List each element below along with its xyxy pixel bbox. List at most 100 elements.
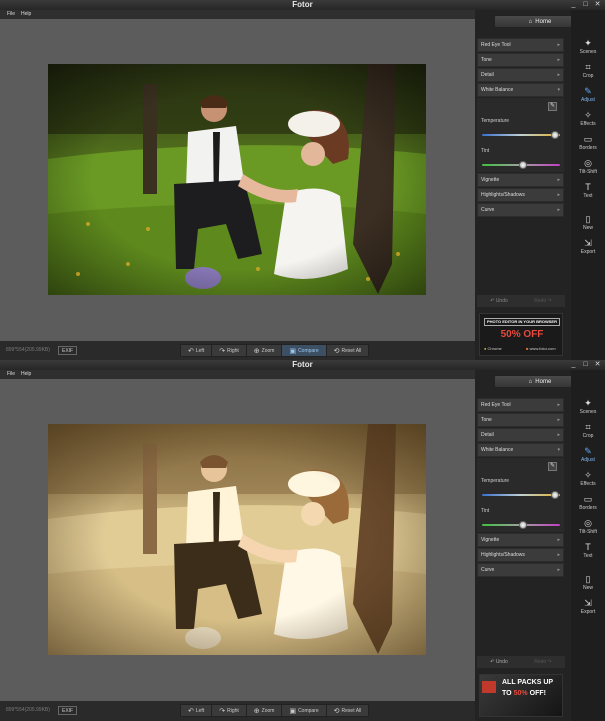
tool-adjust[interactable]: ✎ Adjust xyxy=(571,86,605,109)
tool-tilt-shift[interactable]: ◎ Tilt-Shift xyxy=(571,518,605,541)
rotate-left-button[interactable]: ↶ Left xyxy=(181,345,213,356)
tint-label: Tint xyxy=(481,508,490,514)
adj-highlights-shadows[interactable]: Highlights/Shadows ▸ xyxy=(477,188,564,202)
close-button[interactable]: ✕ xyxy=(593,1,602,9)
tool-borders[interactable]: ▭ Borders xyxy=(571,134,605,157)
adj-vignette[interactable]: Vignette ▸ xyxy=(477,173,564,187)
tool-crop[interactable]: ⌗ Crop xyxy=(571,422,605,445)
adj-vignette[interactable]: Vignette ▸ xyxy=(477,533,564,547)
tool-export[interactable]: ⇲ Export xyxy=(571,598,605,621)
adj-label: Detail xyxy=(481,72,494,78)
minimize-button[interactable]: _ xyxy=(569,1,578,9)
undo-button[interactable]: ↶ Undo xyxy=(477,656,521,668)
redo-button[interactable]: Redo ↷ xyxy=(521,656,565,668)
tool-effects[interactable]: ✧ Effects xyxy=(571,470,605,493)
menu-bar: File Help xyxy=(0,370,475,379)
adj-label: Vignette xyxy=(481,537,500,543)
adj-curve[interactable]: Curve ▸ xyxy=(477,203,564,217)
temperature-slider[interactable] xyxy=(482,131,560,139)
rotate-right-label: Right xyxy=(227,707,239,714)
adj-highlights-shadows[interactable]: Highlights/Shadows ▸ xyxy=(477,548,564,562)
expand-icon: ▸ xyxy=(557,552,560,558)
reset-all-button[interactable]: ⟲ Reset All xyxy=(327,705,369,716)
adj-curve[interactable]: Curve ▸ xyxy=(477,563,564,577)
zoom-button[interactable]: ⊕ Zoom xyxy=(247,705,283,716)
ad-offer: 50% xyxy=(513,690,528,697)
tool-label: Effects xyxy=(580,121,596,127)
close-button[interactable]: ✕ xyxy=(593,361,602,369)
zoom-icon: ⊕ xyxy=(253,707,260,715)
adj-white-balance[interactable]: White Balance ▾ xyxy=(477,83,564,97)
rotate-right-button[interactable]: ↷ Right xyxy=(212,705,247,716)
rotate-left-button[interactable]: ↶ Left xyxy=(181,705,213,716)
compare-button[interactable]: ▣ Compare xyxy=(282,345,327,356)
exif-button[interactable]: EXIF xyxy=(58,706,78,715)
maximize-button[interactable]: □ xyxy=(581,361,590,369)
tool-effects[interactable]: ✧ Effects xyxy=(571,110,605,133)
rotate-left-label: Left xyxy=(195,707,205,714)
adj-tone[interactable]: Tone ▸ xyxy=(477,53,564,67)
adj-tone[interactable]: Tone ▸ xyxy=(477,413,564,427)
adj-white-balance[interactable]: White Balance ▾ xyxy=(477,443,564,457)
rotate-right-icon: ↷ xyxy=(219,347,226,355)
adjust-icon: ✎ xyxy=(584,446,592,456)
tint-slider[interactable] xyxy=(482,161,560,169)
ad-site: ■ www.fotor.com xyxy=(526,346,556,351)
adj-label: Curve xyxy=(481,567,495,573)
menu-bar: File Help xyxy=(0,10,475,19)
eyedropper-icon[interactable]: ✎ xyxy=(548,462,557,471)
temperature-slider[interactable] xyxy=(482,491,560,499)
menu-help[interactable]: Help xyxy=(21,10,31,19)
tool-label: Tilt-Shift xyxy=(578,169,598,175)
rotate-right-button[interactable]: ↷ Right xyxy=(212,345,247,356)
adj-label: White Balance xyxy=(481,87,514,93)
adj-detail[interactable]: Detail ▸ xyxy=(477,68,564,82)
tint-knob[interactable] xyxy=(519,161,528,169)
tint-slider[interactable] xyxy=(482,521,560,529)
tool-crop[interactable]: ⌗ Crop xyxy=(571,62,605,85)
tool-label: Borders xyxy=(579,145,597,151)
redo-button[interactable]: Redo ↷ xyxy=(521,295,565,307)
eyedropper-icon[interactable]: ✎ xyxy=(548,102,557,111)
temperature-knob[interactable] xyxy=(550,491,559,499)
menu-file[interactable]: File xyxy=(7,10,15,19)
fotor-window-edited: Fotor _ □ ✕ File Help 899*554(205.99KB) … xyxy=(0,360,605,721)
tool-adjust[interactable]: ✎ Adjust xyxy=(571,446,605,469)
tool-text[interactable]: T Text xyxy=(571,182,605,205)
tool-label: Crop xyxy=(582,73,594,79)
tool-new[interactable]: ▯ New xyxy=(571,214,605,237)
photo-image-warm xyxy=(48,424,426,655)
zoom-button[interactable]: ⊕ Zoom xyxy=(247,345,283,356)
adj-detail[interactable]: Detail ▸ xyxy=(477,428,564,442)
adj-red-eye[interactable]: Red Eye Tool ▸ xyxy=(477,398,564,412)
temperature-knob[interactable] xyxy=(550,131,559,139)
compare-label: Compare xyxy=(298,347,319,354)
menu-file[interactable]: File xyxy=(7,370,15,379)
ad-banner[interactable]: ALL PACKS UP TO 50% OFF! xyxy=(479,674,563,717)
image-info: 899*554(205.99KB) xyxy=(6,347,50,353)
tool-borders[interactable]: ▭ Borders xyxy=(571,494,605,517)
tool-tilt-shift[interactable]: ◎ Tilt-Shift xyxy=(571,158,605,181)
ad-banner[interactable]: PHOTO EDITOR IN YOUR BROWSER 50% OFF ● C… xyxy=(479,313,563,356)
minimize-button[interactable]: _ xyxy=(569,361,578,369)
reset-all-button[interactable]: ⟲ Reset All xyxy=(327,345,369,356)
adj-red-eye[interactable]: Red Eye Tool ▸ xyxy=(477,38,564,52)
tool-export[interactable]: ⇲ Export xyxy=(571,238,605,261)
tool-new[interactable]: ▯ New xyxy=(571,574,605,597)
borders-icon: ▭ xyxy=(583,494,593,504)
menu-help[interactable]: Help xyxy=(21,370,31,379)
tool-scenes[interactable]: ✦ Scenes xyxy=(571,38,605,61)
tint-knob[interactable] xyxy=(519,521,528,529)
tool-text[interactable]: T Text xyxy=(571,542,605,565)
tool-scenes[interactable]: ✦ Scenes xyxy=(571,398,605,421)
compare-button[interactable]: ▣ Compare xyxy=(282,705,327,716)
tool-label: Effects xyxy=(580,481,596,487)
white-balance-panel: ✎ Temperature Tint xyxy=(477,458,564,532)
collapse-icon: ▾ xyxy=(557,447,560,453)
undo-button[interactable]: ↶ Undo xyxy=(477,295,521,307)
exif-button[interactable]: EXIF xyxy=(58,346,78,355)
rotate-right-label: Right xyxy=(227,347,239,354)
expand-icon: ▸ xyxy=(557,207,560,213)
tint-label: Tint xyxy=(481,148,490,154)
maximize-button[interactable]: □ xyxy=(581,1,590,9)
